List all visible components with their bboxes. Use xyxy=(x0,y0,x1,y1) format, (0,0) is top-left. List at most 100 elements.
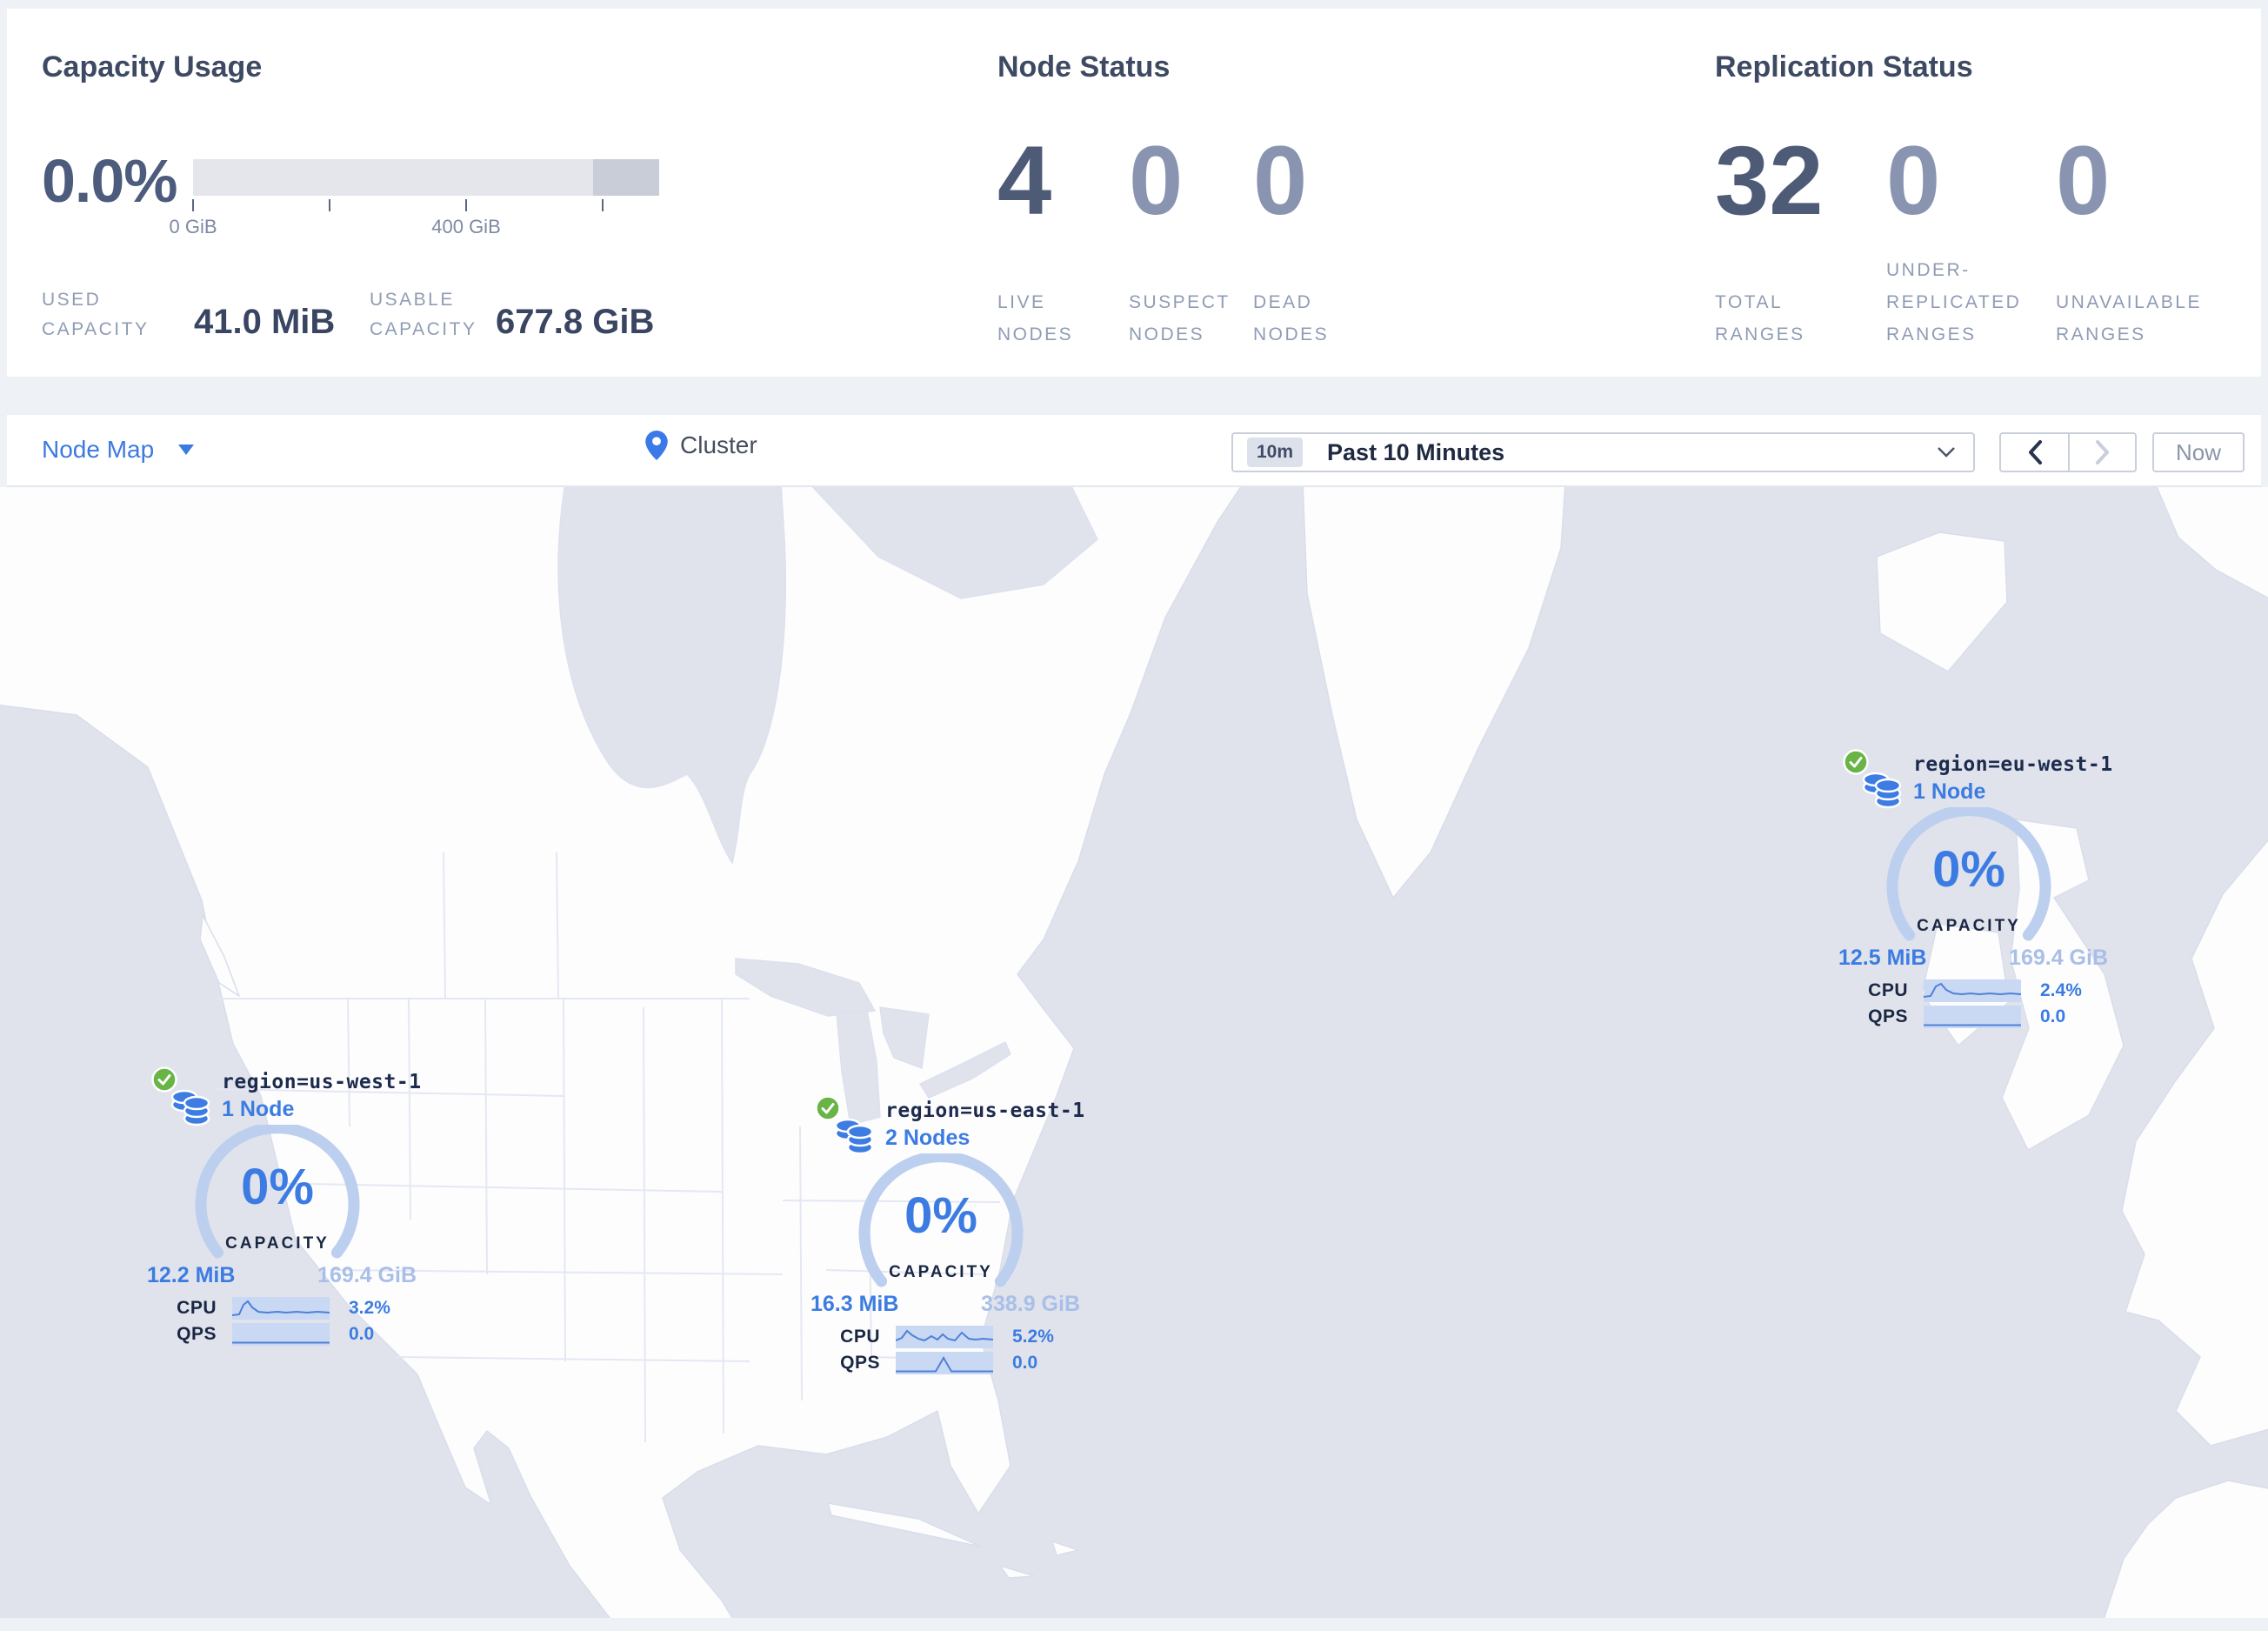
axis-tick xyxy=(602,199,604,211)
capacity-used-percent: 0.0% xyxy=(42,147,178,215)
region-label: region=eu-west-1 xyxy=(1913,753,2113,776)
used-capacity: 12.5 MiB xyxy=(1838,946,1927,970)
cpu-value: 3.2% xyxy=(349,1298,390,1318)
cpu-value: 5.2% xyxy=(1012,1327,1054,1347)
locality-us-west-1[interactable]: region=us-west-1 1 Node 0% CAPACITY 12.2… xyxy=(121,1026,434,1353)
used-capacity: 16.3 MiB xyxy=(810,1292,899,1316)
cpu-metric-row: CPU 2.4% xyxy=(1812,979,2125,1003)
axis-tick-label-400: 400 GiB xyxy=(431,216,501,237)
time-step-buttons xyxy=(1999,432,2137,472)
locality-us-east-1[interactable]: region=us-east-1 2 Nodes 0% CAPACITY 16.… xyxy=(784,1055,1097,1381)
suspect-nodes-label: SUSPECT NODES xyxy=(1129,292,1231,344)
location-pin-icon xyxy=(645,431,668,460)
now-button-label: Now xyxy=(2175,438,2221,465)
map-toolbar: Node Map Cluster 10m Past 10 Minutes Now xyxy=(7,415,2261,487)
cpu-label: CPU xyxy=(840,1327,880,1347)
qps-metric-row: QPS 0.0 xyxy=(121,1322,434,1347)
time-window-badge: 10m xyxy=(1247,438,1304,467)
axis-tick xyxy=(329,199,330,211)
capacity-percent: 0% xyxy=(904,1187,977,1244)
cpu-label: CPU xyxy=(1868,980,1908,1000)
axis-tick xyxy=(465,199,467,211)
qps-metric-row: QPS 0.0 xyxy=(784,1351,1097,1375)
chevron-left-icon xyxy=(2028,440,2042,465)
used-capacity-value: 41.0 MiB xyxy=(194,303,336,341)
breadcrumb-label: Cluster xyxy=(680,431,757,458)
usable-capacity-value: 677.8 GiB xyxy=(496,303,655,341)
qps-label: QPS xyxy=(1868,1006,1908,1026)
qps-value: 0.0 xyxy=(349,1324,375,1344)
cpu-value: 2.4% xyxy=(2040,980,2082,1000)
time-window-select[interactable]: 10m Past 10 Minutes xyxy=(1231,432,1975,472)
capacity-bar-reserved-segment xyxy=(593,159,659,196)
qps-label: QPS xyxy=(840,1353,880,1373)
locality-eu-west-1[interactable]: region=eu-west-1 1 Node 0% CAPACITY 12.5… xyxy=(1812,709,2125,1035)
database-icon xyxy=(171,1089,210,1126)
total-ranges-label: TOTAL RANGES xyxy=(1715,292,1805,344)
capacity-caption: CAPACITY xyxy=(1917,917,2021,935)
node-map-canvas[interactable]: region=us-west-1 1 Node 0% CAPACITY 12.2… xyxy=(0,487,2268,1618)
chevron-down-icon xyxy=(1938,447,1955,458)
capacity-caption: CAPACITY xyxy=(889,1263,993,1281)
axis-tick xyxy=(192,199,194,211)
under-replicated-ranges-label: UNDER-REPLICATED RANGES xyxy=(1886,260,2022,344)
dead-nodes-value: 0 xyxy=(1253,126,1308,235)
node-count: 2 Nodes xyxy=(885,1126,971,1150)
under-replicated-ranges-value: 0 xyxy=(1886,126,1941,235)
view-selector-label: Node Map xyxy=(42,436,155,463)
chevron-right-icon xyxy=(2095,440,2109,465)
node-count: 1 Node xyxy=(222,1097,295,1121)
chevron-down-icon xyxy=(178,445,195,455)
capacity-percent: 0% xyxy=(1932,841,2005,898)
region-label: region=us-west-1 xyxy=(222,1071,422,1093)
used-capacity-label: USED CAPACITY xyxy=(42,290,150,339)
capacity-values: 16.3 MiB 338.9 GiB xyxy=(810,1292,1080,1317)
capacity-gauge: 0% CAPACITY xyxy=(190,1122,364,1271)
time-window-label: Past 10 Minutes xyxy=(1327,438,1505,465)
capacity-usage-bar xyxy=(193,159,659,196)
suspect-nodes-value: 0 xyxy=(1129,126,1184,235)
qps-sparkline xyxy=(896,1352,993,1374)
axis-tick-label-0: 0 GiB xyxy=(169,216,217,237)
cpu-metric-row: CPU 3.2% xyxy=(121,1296,434,1320)
view-selector-node-map[interactable]: Node Map xyxy=(42,436,195,464)
live-nodes-value: 4 xyxy=(997,126,1052,235)
capacity-percent: 0% xyxy=(241,1159,314,1215)
capacity-gauge: 0% CAPACITY xyxy=(1882,805,2056,953)
qps-value: 0.0 xyxy=(2040,1006,2066,1026)
cpu-metric-row: CPU 5.2% xyxy=(784,1325,1097,1349)
capacity-values: 12.5 MiB 169.4 GiB xyxy=(1838,946,2108,971)
breadcrumb[interactable]: Cluster xyxy=(645,431,757,460)
live-nodes-label: LIVE NODES xyxy=(997,292,1074,344)
qps-metric-row: QPS 0.0 xyxy=(1812,1005,2125,1029)
database-icon xyxy=(1863,772,1902,809)
capacity-gauge: 0% CAPACITY xyxy=(854,1151,1028,1300)
total-capacity: 169.4 GiB xyxy=(317,1263,417,1287)
time-step-back-button[interactable] xyxy=(2001,434,2068,471)
usable-capacity-label: USABLE CAPACITY xyxy=(370,290,477,339)
capacity-usage-title: Capacity Usage xyxy=(42,50,263,84)
node-status-title: Node Status xyxy=(997,50,1171,84)
cpu-sparkline xyxy=(1924,979,2021,1002)
qps-value: 0.0 xyxy=(1012,1353,1038,1373)
total-capacity: 169.4 GiB xyxy=(2009,946,2108,970)
used-capacity: 12.2 MiB xyxy=(147,1263,236,1287)
qps-sparkline xyxy=(232,1323,330,1346)
replication-status-title: Replication Status xyxy=(1715,50,1973,84)
now-button[interactable]: Now xyxy=(2152,432,2245,472)
time-step-forward-button[interactable] xyxy=(2068,434,2135,471)
cpu-sparkline xyxy=(232,1297,330,1320)
cpu-label: CPU xyxy=(177,1298,217,1318)
capacity-values: 12.2 MiB 169.4 GiB xyxy=(147,1263,417,1288)
dead-nodes-label: DEAD NODES xyxy=(1253,292,1330,344)
cpu-sparkline xyxy=(896,1326,993,1348)
capacity-caption: CAPACITY xyxy=(225,1234,330,1253)
unavailable-ranges-label: UNAVAILABLE RANGES xyxy=(2056,292,2202,344)
node-count: 1 Node xyxy=(1913,779,1986,804)
total-ranges-value: 32 xyxy=(1715,126,1824,235)
database-icon xyxy=(835,1118,874,1155)
qps-label: QPS xyxy=(177,1324,217,1344)
unavailable-ranges-value: 0 xyxy=(2056,126,2111,235)
cluster-summary-bar: Capacity Usage 0.0% 0 GiB 400 GiB USED C… xyxy=(7,9,2261,377)
region-label: region=us-east-1 xyxy=(885,1100,1085,1122)
